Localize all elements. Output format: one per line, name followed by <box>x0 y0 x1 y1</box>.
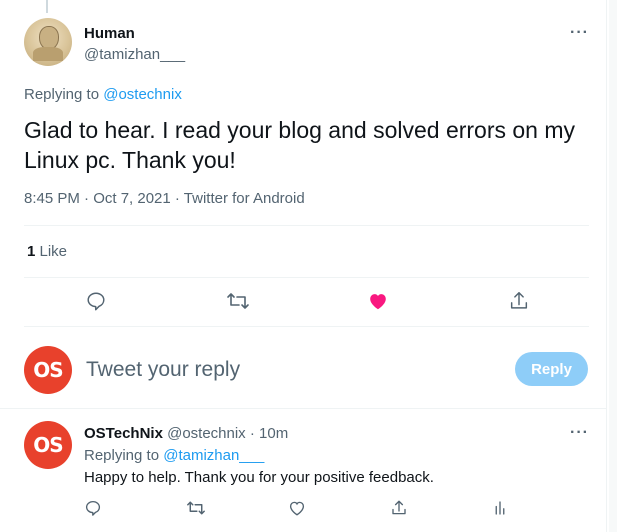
comment-icon <box>87 292 105 311</box>
heart-icon <box>289 501 305 516</box>
author-name[interactable]: Human <box>84 25 135 42</box>
analytics-icon <box>495 501 505 515</box>
more-options-icon[interactable]: ··· <box>570 424 589 442</box>
replying-label: Replying to <box>24 86 104 103</box>
retweet-icon <box>227 293 249 309</box>
reply-timestamp[interactable]: · 10m <box>246 425 288 442</box>
current-user-avatar[interactable]: OS <box>24 346 72 394</box>
share-action[interactable] <box>390 499 408 517</box>
avatar-body <box>33 47 63 61</box>
avatar-logo-text: OS <box>33 358 63 382</box>
author-handle[interactable]: @tamizhan___ <box>84 46 185 63</box>
heart-icon <box>370 294 386 310</box>
divider <box>24 326 589 327</box>
reply-replying-to: Replying to @tamizhan___ <box>84 447 264 464</box>
side-gutter <box>609 0 617 532</box>
like-action[interactable] <box>288 499 306 517</box>
divider <box>24 277 589 278</box>
likes-label: Like <box>35 243 68 260</box>
tweet-meta: 8:45 PM · Oct 7, 2021 · Twitter for Andr… <box>24 190 305 207</box>
replying-to: Replying to @ostechnix <box>24 86 182 103</box>
retweet-action[interactable] <box>186 499 206 517</box>
thread-connector-line <box>46 0 48 13</box>
retweet-action[interactable] <box>226 290 250 312</box>
replying-mention-link[interactable]: @tamizhan___ <box>163 447 264 464</box>
reply-author-avatar[interactable]: OS <box>24 421 72 469</box>
reply-author-name[interactable]: OSTechNix <box>84 425 163 442</box>
share-icon <box>510 292 528 309</box>
likes-count-link[interactable]: 1 Like <box>27 243 67 260</box>
analytics-action[interactable] <box>491 499 509 517</box>
reply-input[interactable] <box>86 358 486 382</box>
tweet-text: Glad to hear. I read your blog and solve… <box>24 117 576 173</box>
author-avatar[interactable] <box>24 18 72 66</box>
share-icon <box>392 500 406 515</box>
divider <box>24 225 589 226</box>
retweet-icon <box>187 501 205 515</box>
comment-icon <box>85 500 101 516</box>
avatar-logo-text: OS <box>33 433 63 457</box>
reply-text: Happy to help. Thank you for your positi… <box>84 469 434 486</box>
reply-author-handle[interactable]: @ostechnix <box>163 425 246 442</box>
column-border <box>606 0 607 532</box>
replying-mention-link[interactable]: @ostechnix <box>103 86 182 103</box>
reply-author-line: OSTechNix @ostechnix · 10m <box>84 425 288 442</box>
reply-button[interactable]: Reply <box>515 352 588 386</box>
reply-action[interactable] <box>84 499 102 517</box>
divider <box>0 408 606 409</box>
like-action[interactable] <box>367 290 389 312</box>
more-options-icon[interactable]: ··· <box>570 24 589 42</box>
share-action[interactable] <box>508 290 530 312</box>
reply-action[interactable] <box>85 290 107 312</box>
replying-label: Replying to <box>84 447 164 464</box>
